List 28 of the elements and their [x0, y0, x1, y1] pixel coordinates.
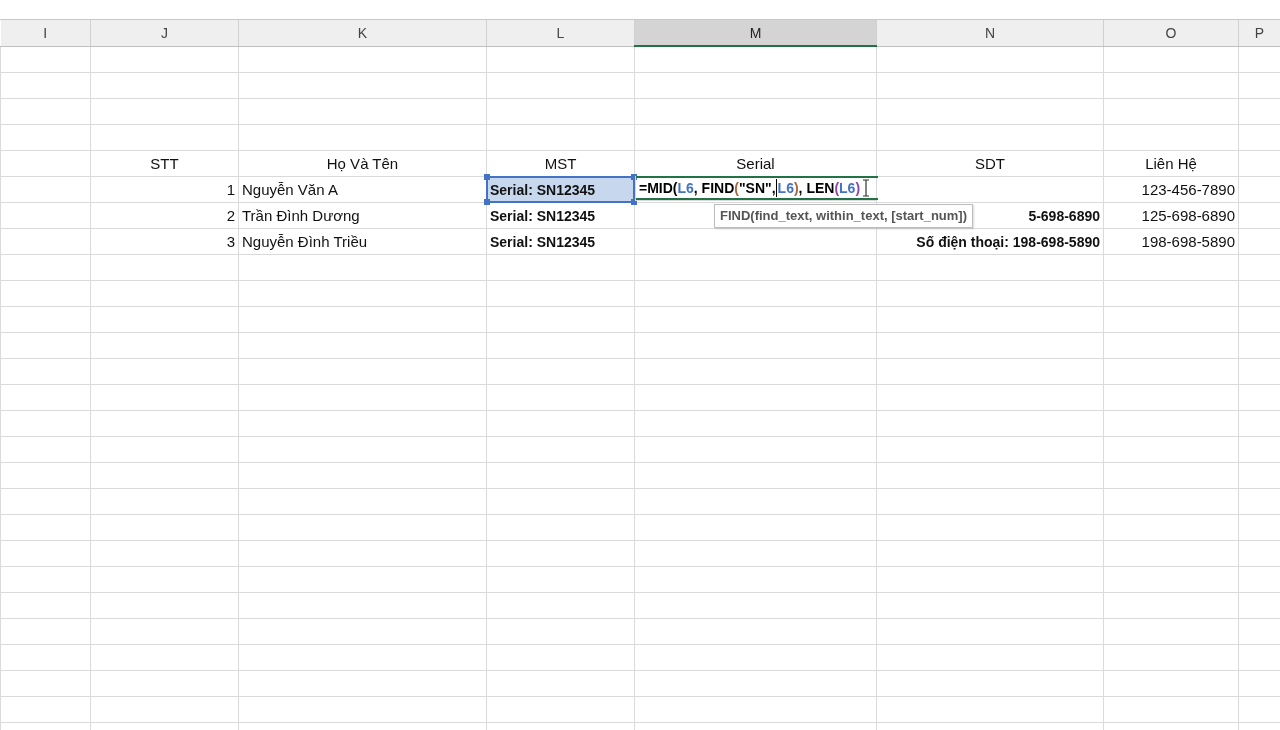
table-cell: 198-698-5890	[1103, 228, 1239, 255]
table-cell: 125-698-6890	[1103, 202, 1239, 229]
table-cell: Trần Đình Dương	[238, 202, 487, 229]
table-cell: 3	[90, 228, 239, 255]
text-cursor-icon	[862, 179, 871, 197]
table-cell: Serial: SN12345	[486, 176, 635, 203]
table-cell: Số điện thoại: 198-698-5890	[876, 228, 1104, 255]
function-tooltip: FIND(find_text, within_text, [start_num])	[714, 204, 974, 228]
table-cell: STT	[90, 150, 239, 177]
column-header[interactable]: P	[1238, 20, 1280, 46]
table-cell: Họ Và Tên	[238, 150, 487, 177]
column-header[interactable]: L	[486, 20, 635, 46]
column-header[interactable]: N	[876, 20, 1104, 46]
table-cell: SDT	[876, 150, 1104, 177]
table-cell: Nguyễn Đình Triều	[238, 228, 487, 255]
column-header[interactable]: M	[634, 20, 877, 46]
table-cell: 123-456-7890	[1103, 176, 1239, 203]
table-cell: Serial: SN12345	[486, 228, 635, 255]
table-cell: 1	[90, 176, 239, 203]
column-header[interactable]: J	[90, 20, 239, 46]
table-cell: Liên Hệ	[1103, 150, 1239, 177]
column-header[interactable]: O	[1103, 20, 1239, 46]
column-header[interactable]: I	[0, 20, 91, 46]
table-cell: Serial: SN12345	[486, 202, 635, 229]
formula-input[interactable]: =MID(L6, FIND("SN",L6), LEN(L6)	[636, 176, 878, 200]
column-header[interactable]: K	[238, 20, 487, 46]
text-caret	[775, 179, 777, 197]
table-cell: 2	[90, 202, 239, 229]
